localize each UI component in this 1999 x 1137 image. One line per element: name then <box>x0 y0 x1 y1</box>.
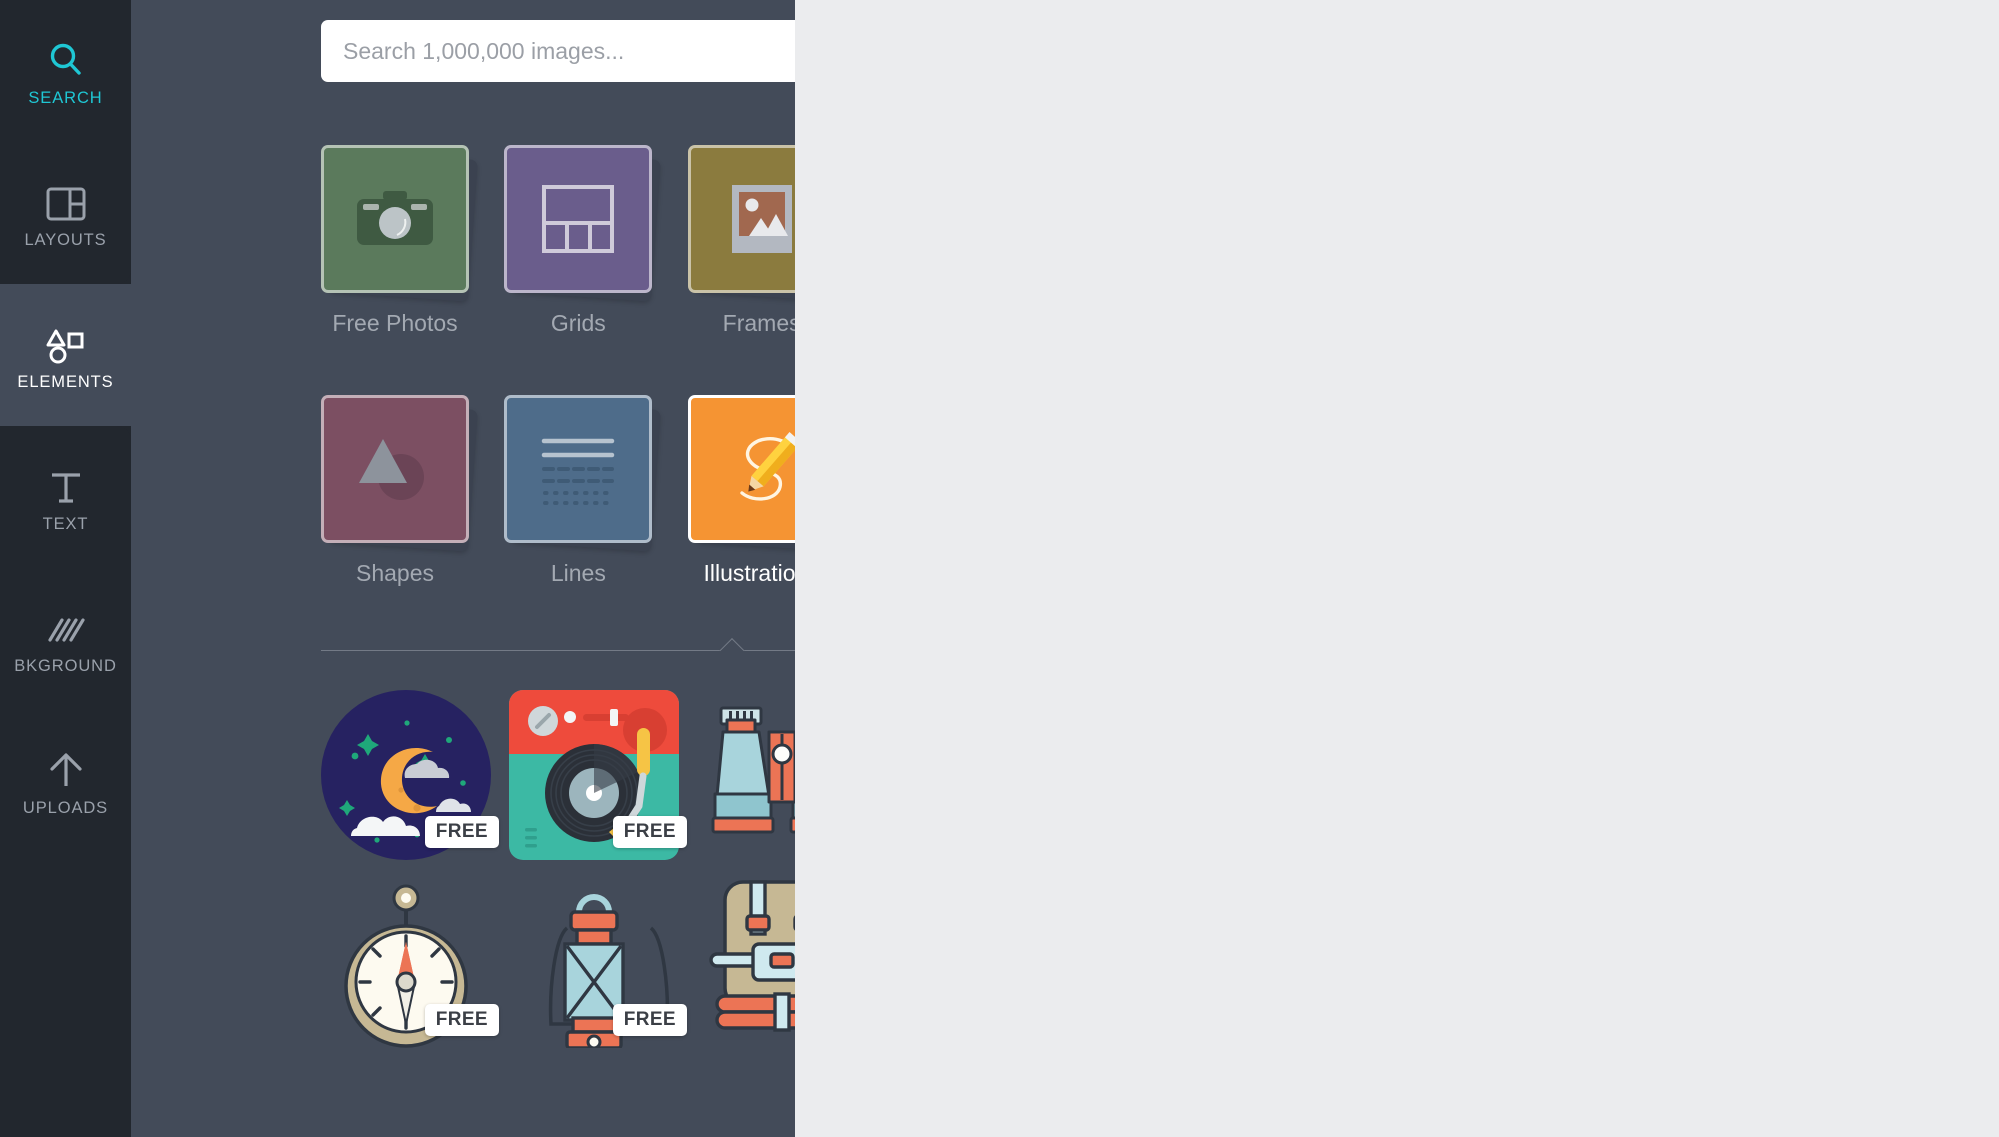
result-item-turntable[interactable]: FREE <box>509 690 687 860</box>
editor-area: Summer Party HOSTING GUIDE TRAVELBUDDIES… <box>795 0 1999 1137</box>
free-badge: FREE <box>612 1004 687 1036</box>
illustration-results-grid: FREE FREE FREE FREE <box>321 690 795 1048</box>
result-item-compass[interactable]: FREE <box>321 878 499 1048</box>
tile-face <box>504 395 653 543</box>
category-tile-frames[interactable]: Frames <box>687 145 795 337</box>
elements-panel: Search 1,000,000 images... Free Photos G… <box>131 0 795 1137</box>
category-tile-lines[interactable]: Lines <box>504 395 653 587</box>
camera-icon <box>357 191 433 245</box>
tile-stack <box>321 145 469 293</box>
lines-icon <box>542 438 615 505</box>
category-label: Grids <box>550 310 606 336</box>
text-icon <box>47 460 85 506</box>
category-label: Shapes <box>355 560 434 586</box>
sidebar-item-background[interactable]: BKGROUND <box>0 568 131 710</box>
layouts-icon <box>46 176 86 222</box>
category-tile-grids[interactable]: Grids <box>504 145 653 337</box>
free-badge: FREE <box>612 816 687 848</box>
tile-face <box>687 145 795 293</box>
elements-icon <box>44 318 88 364</box>
category-tile-illustrations[interactable]: Illustrations <box>687 395 795 587</box>
sidebar-item-label: BKGROUND <box>14 657 117 675</box>
free-badge: FREE <box>424 816 499 848</box>
tile-face <box>321 145 469 293</box>
sidebar-item-label: ELEMENTS <box>17 373 114 391</box>
upload-icon <box>47 744 85 790</box>
category-label: Free Photos <box>332 310 458 336</box>
tile-stack <box>504 145 653 293</box>
category-label: Lines <box>550 560 606 586</box>
search-placeholder: Search 1,000,000 images... <box>343 37 625 64</box>
tile-face <box>504 145 653 293</box>
sidebar-item-text[interactable]: TEXT <box>0 426 131 568</box>
sidebar-item-label: SEARCH <box>28 89 103 107</box>
category-label: Frames <box>722 310 795 336</box>
result-item-moon-night[interactable]: FREE <box>321 690 499 860</box>
grid-icon <box>542 185 615 253</box>
result-item-binoculars[interactable]: FREE <box>697 690 795 860</box>
sidebar-item-uploads[interactable]: UPLOADS <box>0 710 131 852</box>
selection-notch-icon <box>713 638 751 651</box>
category-tile-free-photos[interactable]: Free Photos <box>321 145 469 337</box>
backpack-illustration <box>709 880 795 1032</box>
search-input[interactable]: Search 1,000,000 images... <box>321 20 795 82</box>
category-label: Illustrations <box>703 560 795 586</box>
category-tile-shapes[interactable]: Shapes <box>321 395 469 587</box>
sidebar-item-elements[interactable]: ELEMENTS <box>0 284 131 426</box>
category-tiles: Free Photos Grids Frames Shapes Lines Il… <box>321 145 795 587</box>
tile-stack <box>504 395 653 543</box>
left-rail: SEARCH LAYOUTS ELEMENTS TEXT BKGROUND UP… <box>0 0 131 1137</box>
pencil-icon <box>739 432 795 501</box>
app-root: SEARCH LAYOUTS ELEMENTS TEXT BKGROUND UP… <box>0 0 1999 1137</box>
tile-stack <box>687 395 795 543</box>
shapes-icon <box>359 439 424 500</box>
search-icon <box>46 34 86 80</box>
panel-divider <box>321 638 795 658</box>
tile-stack <box>687 145 795 293</box>
background-icon <box>46 602 86 648</box>
tile-stack <box>321 395 469 543</box>
sidebar-item-label: UPLOADS <box>22 799 109 817</box>
picture-icon <box>731 185 792 253</box>
free-badge: FREE <box>424 1004 499 1036</box>
result-item-backpack[interactable]: FREE <box>697 878 795 1048</box>
result-item-lantern[interactable]: FREE <box>509 878 687 1048</box>
sidebar-item-label: LAYOUTS <box>24 231 107 249</box>
tile-face <box>687 395 795 543</box>
binoculars-illustration <box>711 706 795 834</box>
sidebar-item-search[interactable]: SEARCH <box>0 0 131 142</box>
sidebar-item-label: TEXT <box>42 515 89 533</box>
sidebar-item-layouts[interactable]: LAYOUTS <box>0 142 131 284</box>
tile-face <box>321 395 469 543</box>
